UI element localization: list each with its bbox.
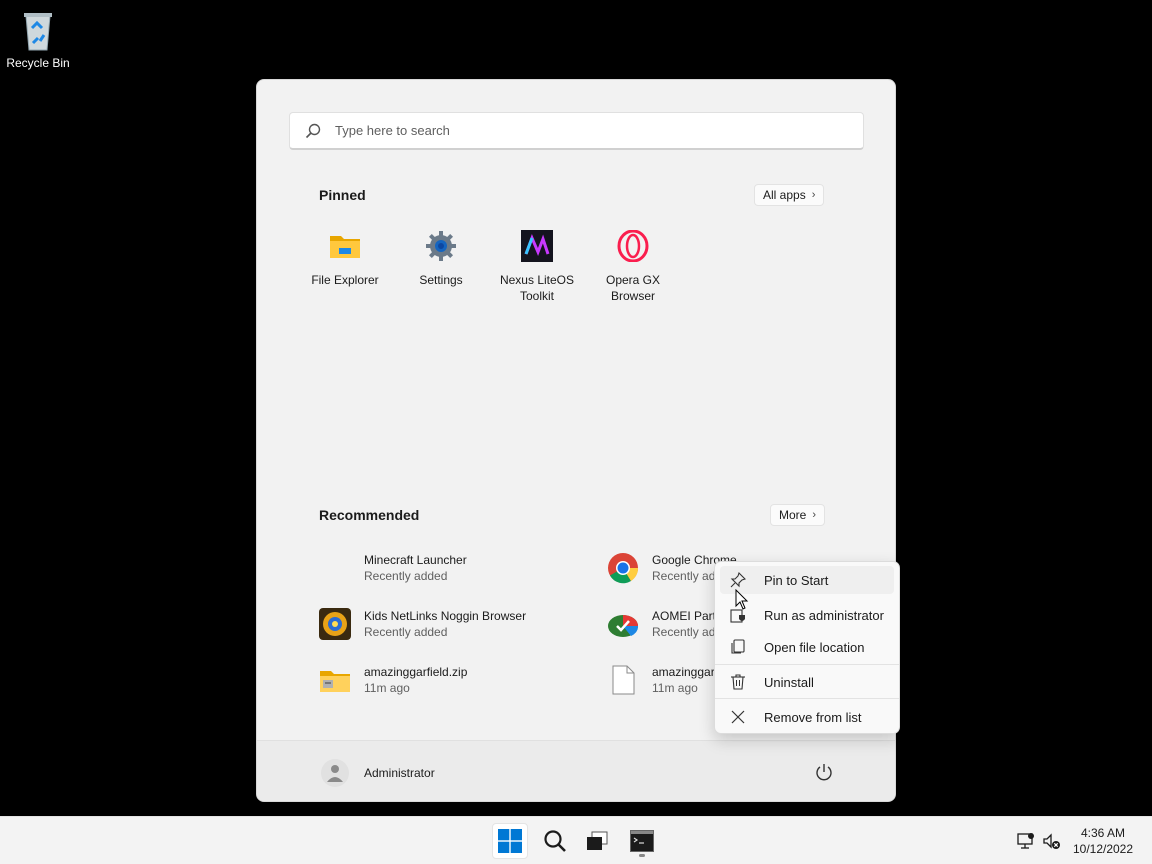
context-separator	[715, 698, 899, 699]
user-account-button[interactable]: Administrator	[321, 759, 435, 787]
aomei-partition-icon	[608, 615, 639, 637]
recommended-item-noggin[interactable]: Kids NetLinks Noggin Browser Recently ad…	[319, 608, 526, 640]
taskbar-terminal-app[interactable]	[624, 823, 660, 859]
search-icon	[544, 830, 566, 852]
clock-time: 4:36 AM	[1080, 826, 1126, 840]
chrome-icon	[608, 553, 639, 584]
item-title: AOMEI Part	[652, 609, 717, 623]
context-separator	[715, 664, 899, 665]
context-item-label: Uninstall	[764, 674, 814, 690]
item-subtitle: Recently add	[652, 625, 723, 639]
context-item-uninstall[interactable]: Uninstall	[720, 668, 894, 696]
folder-icon	[330, 236, 360, 258]
running-indicator	[639, 854, 645, 857]
chevron-right-icon: ›	[811, 189, 816, 201]
recycle-bin-icon	[24, 13, 52, 51]
pinned-app-file-explorer[interactable]: File Explorer	[297, 230, 393, 304]
system-clock[interactable]: 4:36 AM 10/12/2022	[1062, 825, 1144, 857]
power-icon[interactable]	[815, 763, 833, 781]
context-item-label: Pin to Start	[764, 572, 829, 588]
recommended-item-minecraft[interactable]: Minecraft Launcher Recently added	[319, 552, 467, 584]
opera-icon	[617, 229, 649, 263]
nexus-icon	[521, 230, 553, 262]
minecraft-launcher-icon	[319, 552, 351, 584]
pinned-apps-grid: File Explorer Settings Nexus LiteOS Tool…	[297, 229, 681, 304]
item-subtitle: Recently added	[364, 625, 448, 639]
mouse-cursor-icon	[735, 589, 749, 610]
context-item-label: Open file location	[764, 639, 865, 655]
user-name: Administrator	[364, 766, 435, 780]
windows-logo-icon	[498, 829, 522, 853]
search-icon	[305, 123, 321, 138]
close-icon	[731, 710, 745, 724]
pinned-app-nexus-liteos-toolkit[interactable]: Nexus LiteOS Toolkit	[489, 230, 585, 304]
task-view-button[interactable]	[579, 823, 615, 859]
pinned-app-settings[interactable]: Settings	[393, 230, 489, 304]
task-view-icon	[587, 831, 608, 850]
network-icon[interactable]	[1016, 832, 1034, 850]
context-item-label: Remove from list	[764, 709, 862, 725]
recommended-item-file[interactable]: amazinggar 11m ago	[607, 664, 715, 696]
terminal-icon	[630, 830, 654, 852]
context-menu: Pin to Start Run as administrator Open f…	[714, 561, 900, 734]
recycle-bin-label: Recycle Bin	[6, 56, 70, 70]
pinned-app-label: Opera GX Browser	[605, 273, 661, 303]
item-subtitle: Recently added	[364, 569, 448, 583]
item-title: amazinggar	[652, 665, 715, 679]
copy-icon	[731, 639, 745, 654]
taskbar-search-button[interactable]	[537, 823, 573, 859]
taskbar: 4:36 AM 10/12/2022	[0, 816, 1152, 864]
search-box[interactable]	[289, 112, 864, 150]
pinned-app-opera-gx[interactable]: Opera GX Browser	[585, 229, 681, 304]
clock-date: 10/12/2022	[1072, 842, 1134, 856]
item-title: Minecraft Launcher	[364, 553, 467, 567]
item-subtitle: 11m ago	[652, 681, 698, 695]
context-item-label: Run as administrator	[764, 607, 884, 623]
search-input[interactable]	[333, 122, 817, 139]
context-item-open-file-location[interactable]: Open file location	[720, 633, 894, 661]
context-item-remove-from-list[interactable]: Remove from list	[720, 703, 894, 731]
pinned-title: Pinned	[319, 187, 366, 203]
file-icon	[612, 665, 635, 695]
noggin-browser-icon	[319, 608, 351, 640]
recycle-bin-shortcut[interactable]: Recycle Bin	[4, 8, 72, 70]
pin-icon	[730, 572, 746, 588]
volume-muted-icon[interactable]	[1042, 832, 1060, 850]
zip-folder-icon	[320, 671, 350, 692]
all-apps-label: All apps	[763, 188, 806, 202]
user-icon	[327, 765, 343, 782]
item-title: Kids NetLinks Noggin Browser	[364, 609, 527, 623]
more-label: More	[779, 508, 807, 522]
chevron-right-icon: ›	[812, 509, 817, 521]
pinned-app-label: File Explorer	[311, 273, 379, 287]
all-apps-button[interactable]: All apps ›	[754, 184, 825, 206]
recommended-item-aomei[interactable]: AOMEI Part Recently add	[607, 608, 722, 640]
gear-icon	[426, 231, 456, 261]
trash-icon	[731, 674, 745, 690]
more-button[interactable]: More ›	[770, 504, 826, 526]
start-footer: Administrator	[257, 740, 895, 801]
pinned-app-label: Nexus LiteOS Toolkit	[499, 273, 575, 303]
start-button[interactable]	[492, 823, 528, 859]
recommended-title: Recommended	[319, 507, 420, 523]
pinned-app-label: Settings	[419, 273, 463, 287]
recommended-item-zip[interactable]: amazinggarfield.zip 11m ago	[319, 664, 467, 696]
avatar	[321, 759, 349, 787]
item-title: amazinggarfield.zip	[364, 665, 468, 679]
item-subtitle: 11m ago	[364, 681, 410, 695]
